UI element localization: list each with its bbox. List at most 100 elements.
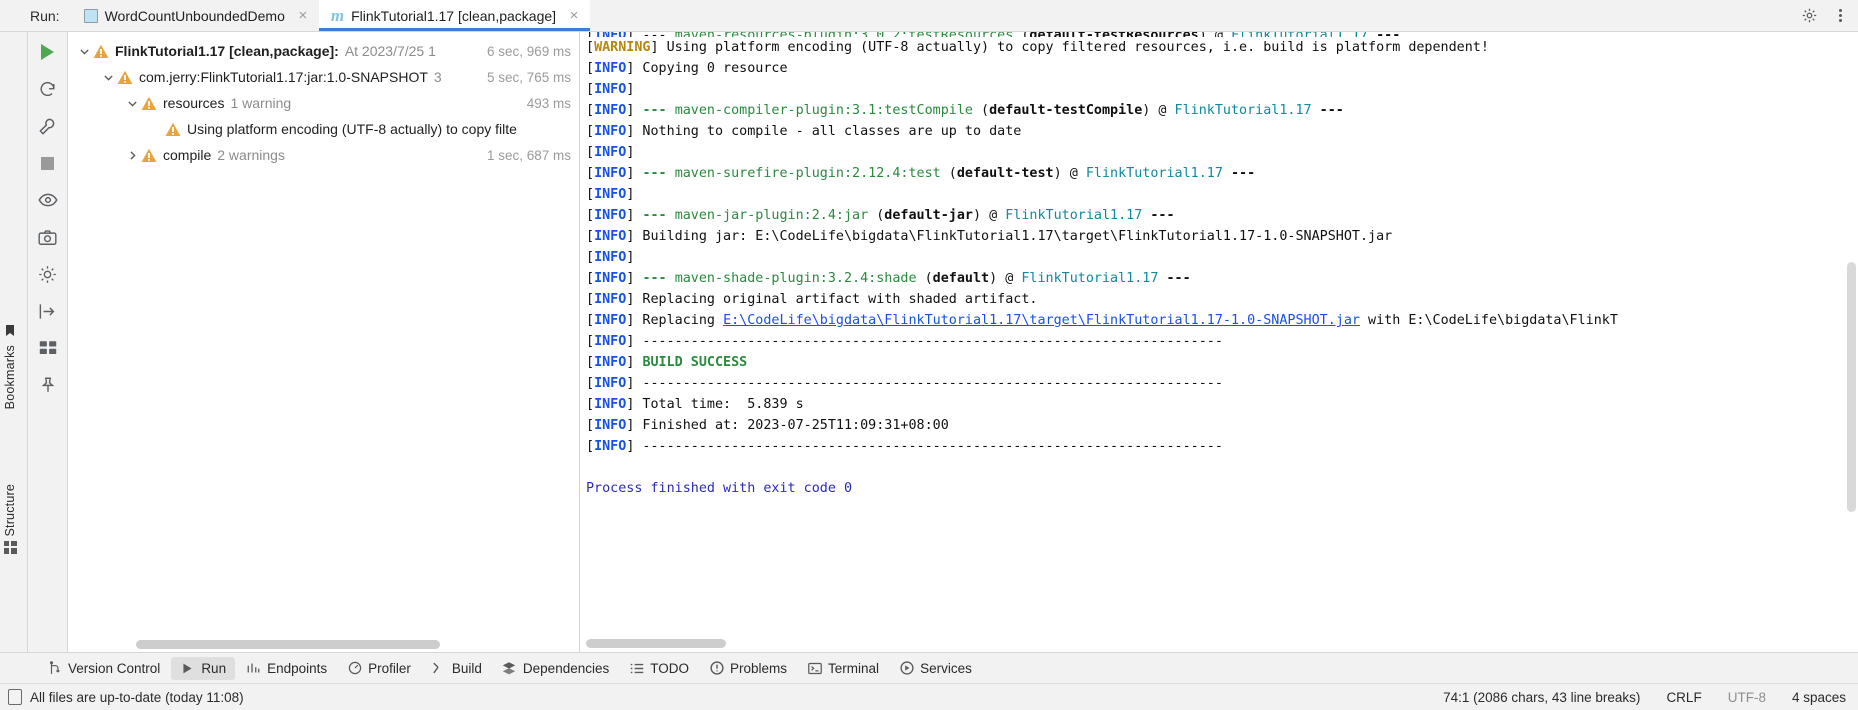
services-icon xyxy=(899,661,914,676)
toolwindow-button-todo[interactable]: TODO xyxy=(620,657,698,680)
tree-row[interactable]: Using platform encoding (UTF-8 actually)… xyxy=(68,116,579,142)
more-options-icon[interactable] xyxy=(1832,7,1848,24)
line-separator[interactable]: CRLF xyxy=(1666,690,1701,705)
console-segment: [ xyxy=(586,250,595,265)
pin-icon[interactable] xyxy=(35,373,61,397)
console-segment: INFO xyxy=(594,292,627,307)
close-icon[interactable]: × xyxy=(296,8,310,23)
stop-square-icon[interactable] xyxy=(35,151,61,175)
chevron-right-icon[interactable] xyxy=(124,150,141,161)
toolwindow-button-endpoints[interactable]: Endpoints xyxy=(237,657,336,680)
tree-horizontal-scrollbar[interactable] xyxy=(68,640,579,649)
sidebar-item-structure[interactable]: Structure xyxy=(3,484,17,554)
console-segment: INFO xyxy=(594,418,627,433)
console-segment: INFO xyxy=(594,271,627,286)
console-segment: INFO xyxy=(594,103,627,118)
toolwindow-button-terminal[interactable]: Terminal xyxy=(798,657,888,680)
build-tree: FlinkTutorial1.17 [clean,package]: At 202… xyxy=(68,32,579,168)
play-green-icon[interactable] xyxy=(35,40,61,64)
sidebar-item-bookmarks[interactable]: Bookmarks xyxy=(3,324,17,409)
toolwindow-label: Build xyxy=(451,660,482,676)
console-segment: ] xyxy=(626,355,643,370)
console-segment: [ xyxy=(586,439,595,454)
console-segment: INFO xyxy=(594,397,627,412)
toolwindow-button-build[interactable]: Build xyxy=(422,657,491,680)
toolwindow-label: Version Control xyxy=(68,660,161,676)
console-segment: FlinkTutorial1.17 xyxy=(1005,208,1143,223)
console-segment: [ xyxy=(586,145,595,160)
toolwindow-button-version-control[interactable]: Version Control xyxy=(38,657,169,680)
chevron-down-icon[interactable] xyxy=(124,98,141,109)
console-segment: INFO xyxy=(594,250,627,265)
close-icon[interactable]: × xyxy=(567,8,581,23)
console-segment: ] --------------------------------------… xyxy=(626,439,1223,454)
tree-row[interactable]: compile 2 warnings 1 sec, 687 ms xyxy=(68,142,579,168)
status-indicators: 74:1 (2086 chars, 43 line breaks) CRLF U… xyxy=(1443,690,1846,705)
rerun-failed-icon[interactable] xyxy=(35,77,61,101)
console-segment: [ xyxy=(586,208,595,223)
console-segment: ] Using platform encoding (UTF-8 actuall… xyxy=(650,40,1489,55)
console-line: [INFO] Finished at: 2023-07-25T11:09:31+… xyxy=(586,415,1858,436)
file-encoding[interactable]: UTF-8 xyxy=(1728,690,1766,705)
warning-triangle-icon xyxy=(165,122,181,137)
console-line: [INFO] ---------------------------------… xyxy=(586,436,1858,457)
console-line: [INFO] xyxy=(586,79,1858,100)
arrow-into-bracket-icon[interactable] xyxy=(35,299,61,323)
build-tree-panel[interactable]: FlinkTutorial1.17 [clean,package]: At 202… xyxy=(68,32,580,652)
console-segment: ( xyxy=(868,208,885,223)
console-segment: [ xyxy=(586,271,595,286)
console-segment: FlinkTutorial1.17 xyxy=(1021,271,1159,286)
console-segment: maven-shade-plugin:3.2.4:shade xyxy=(674,271,917,286)
tree-node-label: compile xyxy=(163,147,212,163)
console-segment: ] --------------------------------------… xyxy=(626,334,1223,349)
chevron-down-icon[interactable] xyxy=(100,72,117,83)
scrollbar-thumb[interactable] xyxy=(136,640,440,649)
tree-node-detail: 2 warnings xyxy=(217,147,285,163)
eye-icon[interactable] xyxy=(35,188,61,212)
toolwindow-button-problems[interactable]: Problems xyxy=(700,657,796,680)
tree-node-detail: At 2023/7/25 1 xyxy=(344,43,436,59)
toolwindow-button-services[interactable]: Services xyxy=(890,657,981,680)
console-segment: FlinkTutorial1.17 xyxy=(1085,166,1223,181)
console-segment: [ xyxy=(586,61,595,76)
tab-flinktutorial-clean-package[interactable]: m FlinkTutorial1.17 [clean,package] × xyxy=(318,0,591,31)
chevron-down-icon[interactable] xyxy=(76,46,93,57)
console-segment: [ xyxy=(586,82,595,97)
thread-dump-icon[interactable] xyxy=(35,262,61,286)
tree-node-label: resources xyxy=(163,95,225,111)
wrench-icon[interactable] xyxy=(35,114,61,138)
run-config-icon xyxy=(83,8,98,23)
console-segment: INFO xyxy=(594,355,627,370)
console-line: [INFO] xyxy=(586,184,1858,205)
console-segment: INFO xyxy=(594,124,627,139)
console-segment: ] Replacing original artifact with shade… xyxy=(626,292,1038,307)
layout-grid-icon[interactable] xyxy=(35,336,61,360)
console-segment: [ xyxy=(586,187,595,202)
toolwindow-button-profiler[interactable]: Profiler xyxy=(338,657,420,680)
toolwindow-button-dependencies[interactable]: Dependencies xyxy=(493,657,618,680)
console-segment: ] Building jar: E:\CodeLife\bigdata\Flin… xyxy=(626,229,1393,244)
console-vertical-scrollbar[interactable] xyxy=(1847,262,1856,512)
console-segment: ] xyxy=(626,271,643,286)
console-segment: INFO xyxy=(594,229,627,244)
console-segment: --- xyxy=(642,103,667,118)
caret-position[interactable]: 74:1 (2086 chars, 43 line breaks) xyxy=(1443,690,1640,705)
toolwindow-button-run[interactable]: Run xyxy=(171,656,236,680)
tree-node-duration: 1 sec, 687 ms xyxy=(480,147,571,163)
indent-setting[interactable]: 4 spaces xyxy=(1792,690,1846,705)
console-file-link[interactable]: E:\CodeLife\bigdata\FlinkTutorial1.17\ta… xyxy=(723,313,1360,328)
console-segment: ) @ xyxy=(1142,103,1175,118)
toolwindow-label: Problems xyxy=(730,660,788,676)
console-horizontal-scrollbar[interactable] xyxy=(586,639,726,648)
gear-icon[interactable] xyxy=(1801,7,1818,24)
tree-row[interactable]: resources 1 warning 493 ms xyxy=(68,90,579,116)
camera-icon[interactable] xyxy=(35,225,61,249)
console-line: [INFO] Nothing to compile - all classes … xyxy=(586,121,1858,142)
tree-row[interactable]: com.jerry:FlinkTutorial1.17:jar:1.0-SNAP… xyxy=(68,64,579,90)
console-output-panel[interactable]: [INFO] --- maven-resources-plugin:3.0.2:… xyxy=(580,32,1858,652)
branch-icon xyxy=(47,661,62,676)
tree-row[interactable]: FlinkTutorial1.17 [clean,package]: At 202… xyxy=(68,38,579,64)
run-tool-window-body: Bookmarks Structure FlinkTutorial1.17 [c… xyxy=(0,32,1858,652)
tab-wordcountunboundeddemo[interactable]: WordCountUnboundedDemo × xyxy=(71,0,319,31)
